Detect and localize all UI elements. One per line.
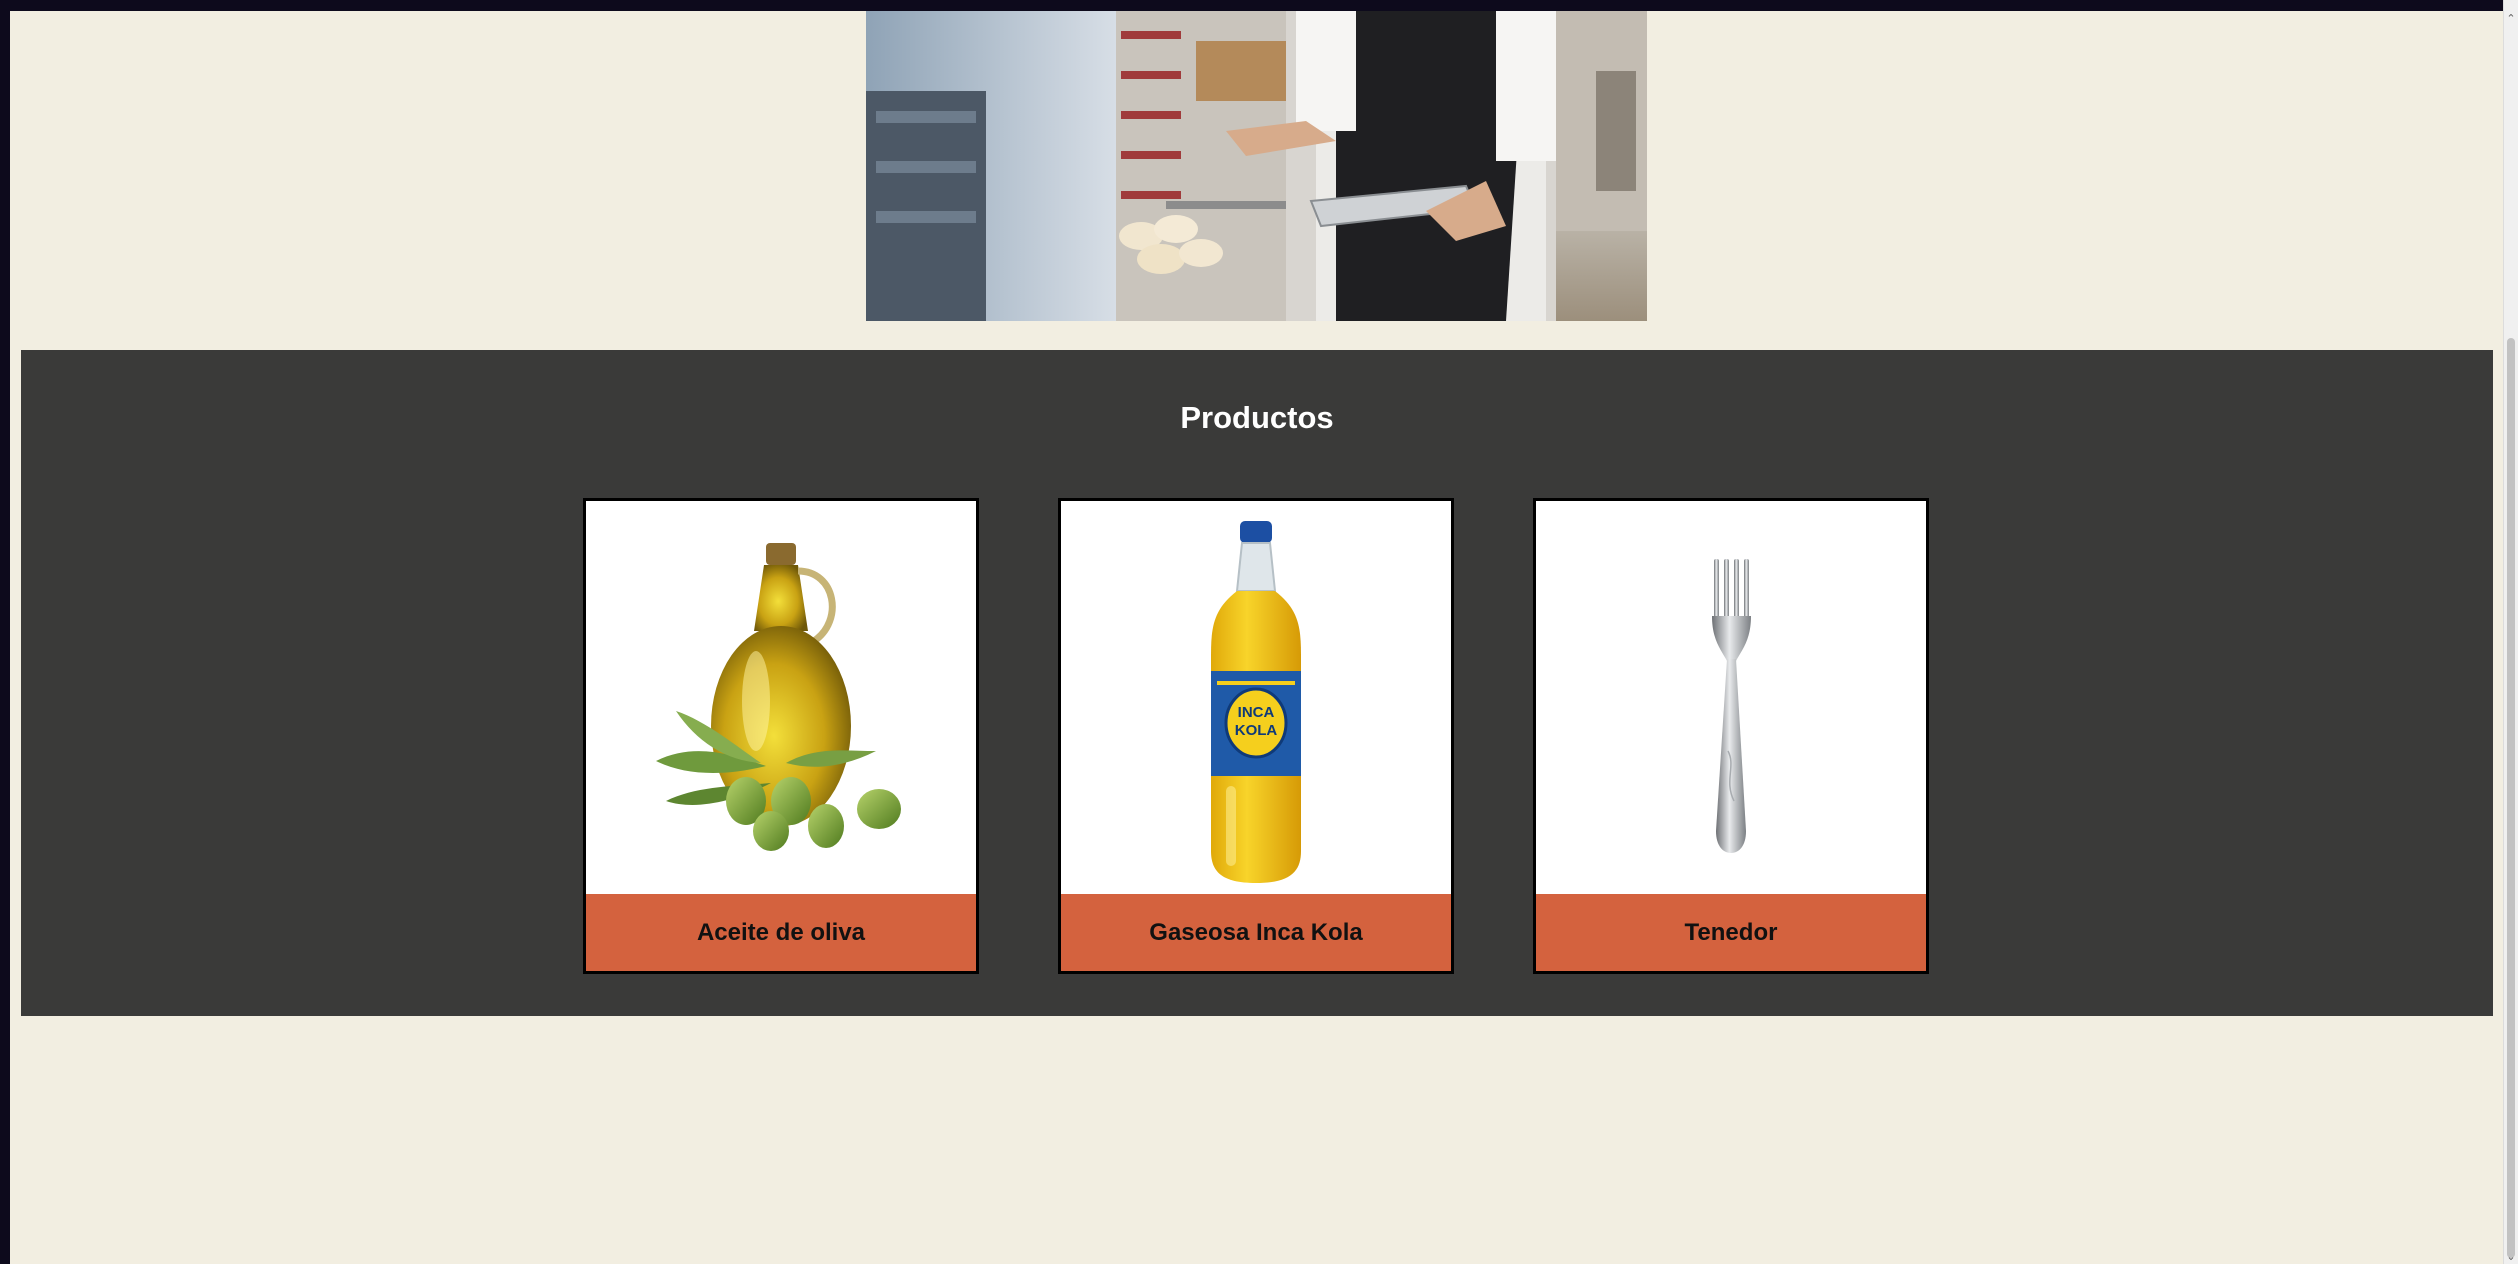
- inca-kola-bottle-image: INCA KOLA: [1061, 501, 1451, 894]
- window-left-edge: [0, 0, 10, 1264]
- products-section: Productos Aceite de oliva INCA KOLA Gase…: [21, 350, 2493, 1016]
- hero-image: [866, 11, 1647, 321]
- fork-image: [1536, 501, 1926, 894]
- bottle-text-inca: INCA: [1238, 704, 1275, 721]
- product-card-tenedor[interactable]: Tenedor: [1533, 498, 1929, 974]
- product-name: Tenedor: [1536, 894, 1926, 971]
- scroll-down-icon[interactable]: ⌄: [2504, 1250, 2518, 1264]
- product-card-inca-kola[interactable]: INCA KOLA Gaseosa Inca Kola: [1058, 498, 1454, 974]
- product-name: Gaseosa Inca Kola: [1061, 894, 1451, 971]
- product-card-olive-oil[interactable]: Aceite de oliva: [583, 498, 979, 974]
- product-name: Aceite de oliva: [586, 894, 976, 971]
- scroll-up-icon[interactable]: ⌃: [2504, 12, 2518, 26]
- vertical-scrollbar[interactable]: ⌃ ⌄: [2503, 0, 2518, 1264]
- olive-oil-image: [586, 501, 976, 894]
- bottle-text-kola: KOLA: [1235, 722, 1278, 739]
- scroll-thumb[interactable]: [2507, 338, 2515, 1258]
- page: Productos Aceite de oliva INCA KOLA Gase…: [0, 0, 2518, 1264]
- window-top-edge: [0, 0, 2518, 11]
- products-title: Productos: [1180, 400, 1334, 435]
